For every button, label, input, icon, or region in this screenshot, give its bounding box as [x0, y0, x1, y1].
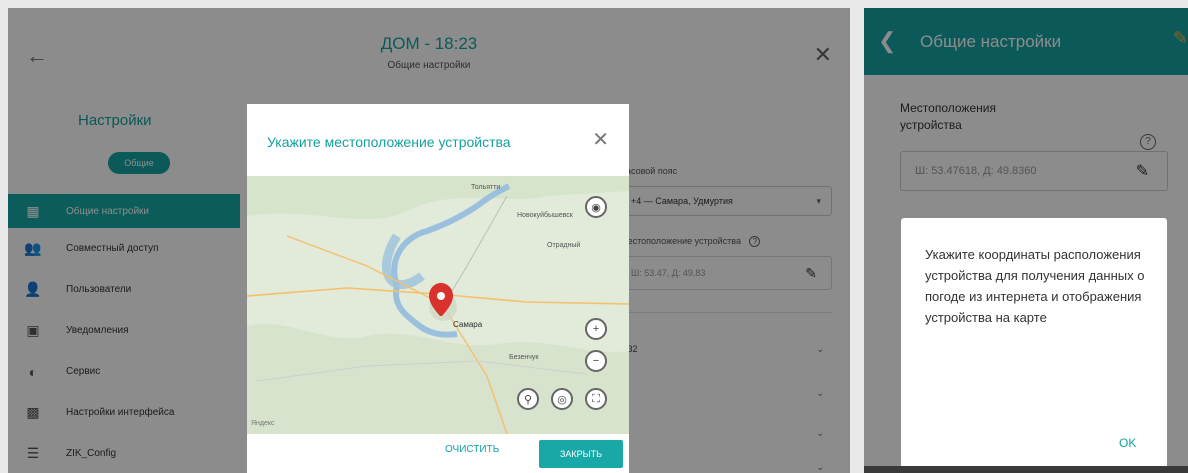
map-city-label: Самара [453, 320, 483, 329]
desktop-panel: ← ДОМ - 18:23 Общие настройки ✕ Настройк… [8, 8, 850, 473]
modal-footer: ОЧИСТИТЬ ЗАКРЫТЬ [247, 434, 629, 473]
screenshot-stage: ← ДОМ - 18:23 Общие настройки ✕ Настройк… [0, 0, 1188, 473]
zoom-in-icon[interactable]: + [585, 318, 607, 340]
clear-button[interactable]: ОЧИСТИТЬ [445, 444, 499, 455]
map-town-label: Тольятти [471, 184, 501, 191]
bottom-edge [864, 466, 1188, 473]
map-view[interactable]: Самара Тольятти Новокуйбышевск Отрадный … [247, 176, 629, 434]
dialog-message: Укажите координаты расположения устройст… [925, 247, 1145, 325]
search-icon[interactable]: ⚲ [517, 388, 539, 410]
mobile-panel: ❮ Общие настройки ✎ Местоположения устро… [864, 8, 1188, 473]
save-button[interactable]: ЗАКРЫТЬ [539, 440, 623, 468]
map-town-label: Отрадный [547, 242, 581, 249]
map-attribution: Яндекс [251, 420, 275, 427]
ok-button[interactable]: OK [1119, 436, 1136, 450]
close-icon[interactable]: ✕ [592, 130, 609, 150]
location-modal: Укажите местоположение устройства ✕ Сама… [247, 104, 629, 473]
fullscreen-icon[interactable]: ⛶ [585, 388, 607, 410]
locate-icon[interactable]: ◉ [585, 196, 607, 218]
map-town-label: Безенчук [509, 354, 539, 361]
info-dialog: Укажите координаты расположения устройст… [901, 218, 1167, 472]
modal-title: Укажите местоположение устройства [267, 134, 511, 150]
map-town-label: Новокуйбышевск [517, 212, 573, 219]
zoom-out-icon[interactable]: − [585, 350, 607, 372]
target-icon[interactable]: ◎ [551, 388, 573, 410]
